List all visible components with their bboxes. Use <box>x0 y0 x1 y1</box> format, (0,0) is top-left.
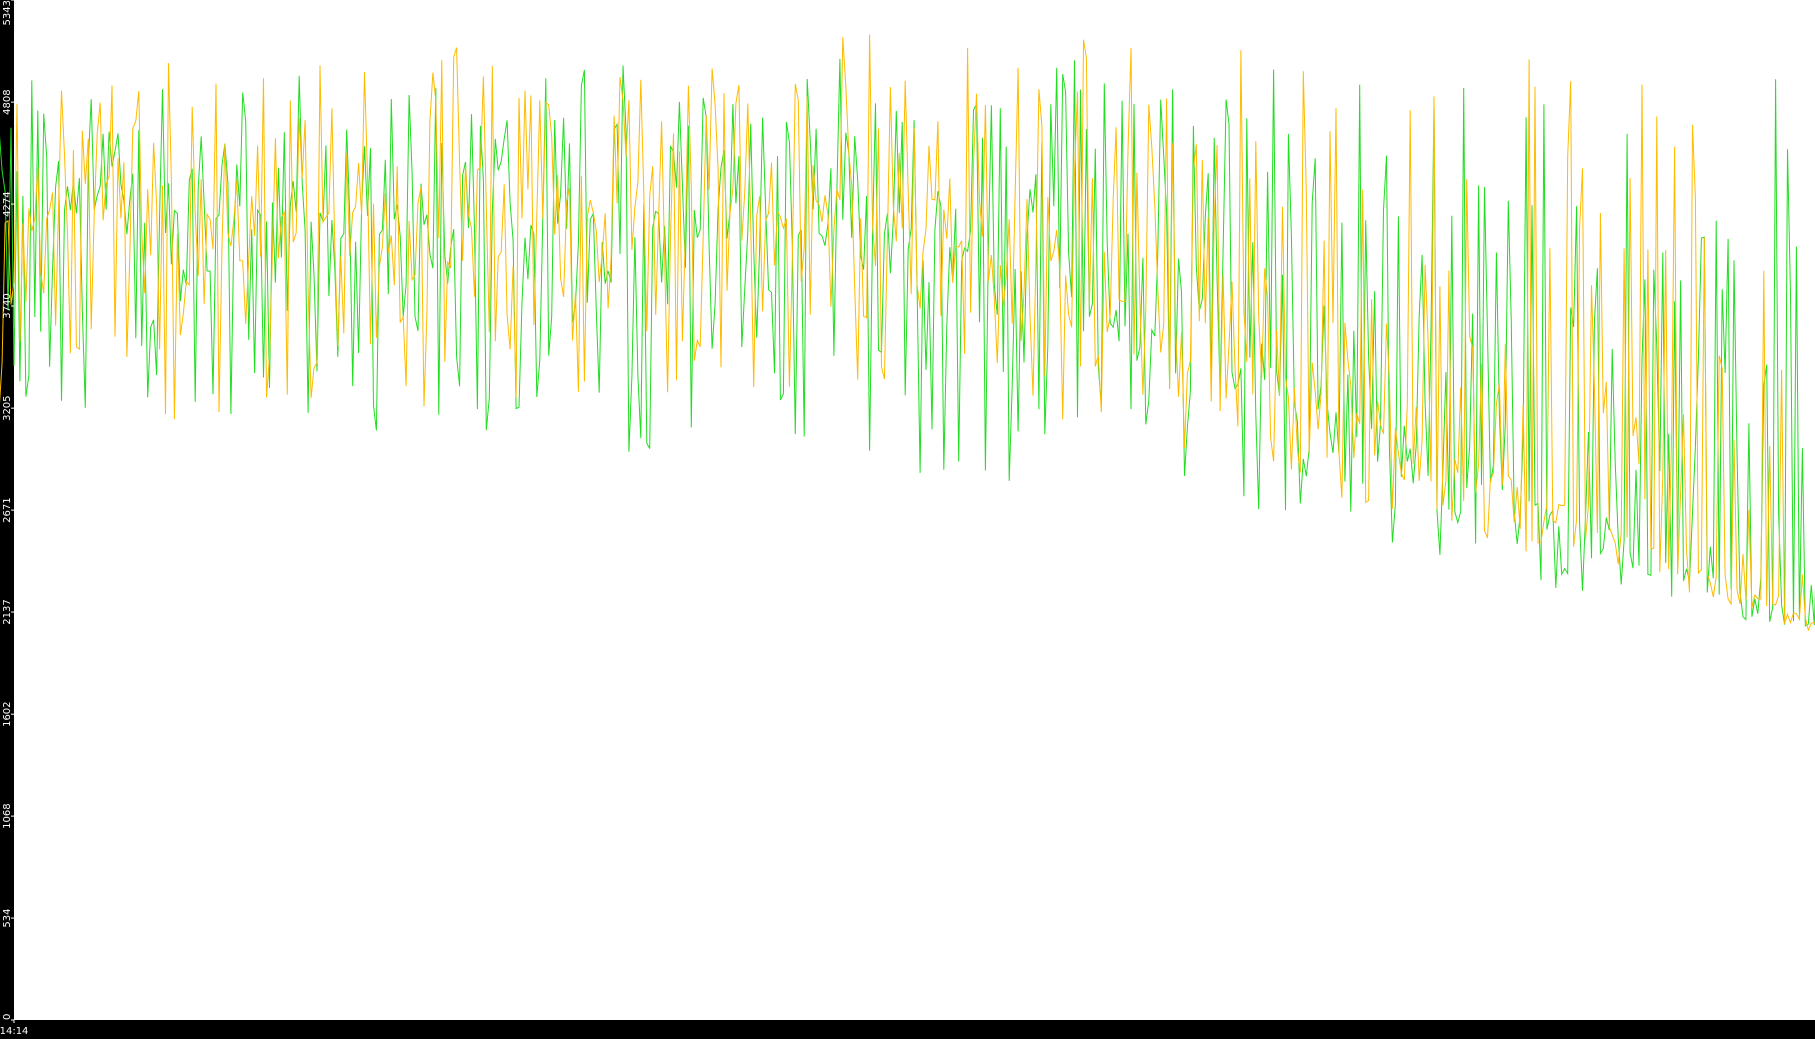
y-tick-label: 1602 <box>2 701 13 726</box>
y-tick-label: 0 <box>2 1014 13 1020</box>
y-tick-label: 4274 <box>2 191 13 216</box>
line-chart: 0 534 1068 1602 2137 2671 3205 3740 4274 4808 5343… <box>0 0 1815 1039</box>
y-tick-label: 534 <box>2 909 13 928</box>
chart-root: 0 534 1068 1602 2137 2671 3205 3740 4274 4808 5343… <box>0 0 1815 1039</box>
y-tick-label: 5343 <box>2 0 13 25</box>
x-tick-label: 14:14 <box>0 1026 28 1037</box>
y-tick-label: 2671 <box>2 497 13 522</box>
y-tick-label: 3740 <box>2 293 13 318</box>
y-tick-label: 3205 <box>2 395 13 420</box>
y-tick-label: 4808 <box>2 89 13 114</box>
y-tick-label: 1068 <box>2 803 13 828</box>
y-tick-label: 2137 <box>2 599 13 624</box>
